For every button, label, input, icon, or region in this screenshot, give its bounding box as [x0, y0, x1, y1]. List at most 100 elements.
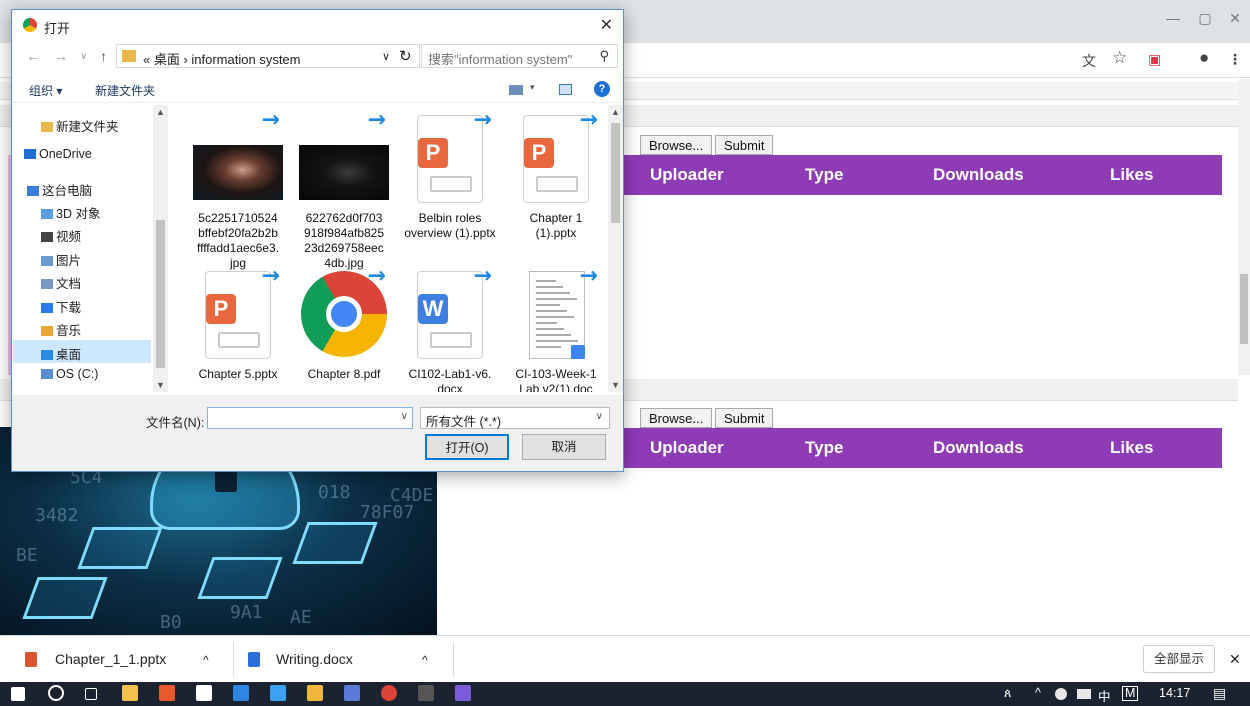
app-blue-icon[interactable] [233, 685, 249, 701]
sidebar-item[interactable]: OneDrive [13, 143, 151, 166]
file-item[interactable]: ↗ 622762d0f703 918f984afb825 23d269758eec… [296, 105, 392, 271]
scrollbar[interactable] [1238, 379, 1250, 635]
sidebar-item[interactable]: 文档 [13, 269, 151, 292]
profile-icon[interactable]: ● [1199, 48, 1209, 68]
chrome-icon[interactable] [381, 685, 397, 701]
download-item-name[interactable]: Chapter_1_1.pptx [55, 651, 166, 667]
powerpoint-badge-icon: P [418, 138, 448, 168]
close-icon[interactable]: ✕ [1229, 651, 1241, 668]
open-button[interactable]: 打开(O) [425, 434, 509, 460]
notification-icon[interactable]: ▤ [1213, 685, 1226, 702]
sidebar-item[interactable]: 视频 [13, 222, 151, 245]
sidebar-item[interactable]: 图片 [13, 246, 151, 269]
pocket-icon[interactable]: ▣ [1148, 51, 1161, 68]
start-icon[interactable] [11, 687, 25, 701]
sidebar-item[interactable]: 新建文件夹 [13, 112, 151, 135]
file-item[interactable]: ↗ Chapter 8.pdf [296, 260, 392, 382]
chevron-down-icon[interactable]: ∨ [596, 411, 603, 422]
scrollbar[interactable]: ▲ ▼ [608, 105, 623, 392]
new-folder-button[interactable]: 新建文件夹 [95, 82, 155, 99]
submit-button[interactable]: Submit [715, 135, 774, 155]
chevron-up-icon[interactable]: ^ [422, 653, 428, 667]
terminal-icon[interactable] [418, 685, 434, 701]
hex-digits: 018 [318, 482, 351, 503]
scrollbar[interactable] [1238, 79, 1250, 375]
sidebar-item[interactable]: OS (C:) [13, 363, 151, 386]
hex-digits: B0 [160, 612, 182, 633]
scrollbar-thumb[interactable] [156, 220, 165, 368]
star-icon[interactable]: ☆ [1112, 48, 1127, 68]
scrollbar-thumb[interactable] [1240, 274, 1248, 344]
app-orange-icon[interactable] [159, 685, 175, 701]
browse-button[interactable]: Browse... [640, 408, 713, 428]
mail-icon[interactable] [196, 685, 212, 701]
cortana-icon[interactable] [48, 685, 64, 701]
sidebar-item[interactable]: 3D 对象 [13, 199, 151, 222]
clock[interactable]: 14:17 [1159, 686, 1190, 700]
file-item[interactable]: P ↗ Chapter 5.pptx [190, 260, 286, 382]
chevron-up-icon[interactable]: ^ [1035, 686, 1041, 700]
download-item-name[interactable]: Writing.docx [276, 651, 353, 667]
minimize-button[interactable]: — [1158, 10, 1188, 26]
scrollbar[interactable]: ▲ ▼ [153, 105, 168, 392]
desktop-icon [41, 350, 53, 360]
ie-icon[interactable] [270, 685, 286, 701]
ime-icon[interactable]: 中 [1098, 686, 1111, 705]
file-item[interactable]: ↗ 5c2251710524 bffebf20fa2b2b ffffadd1aec… [190, 105, 286, 271]
pptx-file-icon [25, 652, 37, 667]
pptx-icon: P ↗ [519, 105, 604, 207]
drive-icon [41, 369, 53, 379]
close-window-button[interactable]: ✕ [1220, 10, 1250, 27]
organize-button[interactable]: 组织 ▾ [29, 82, 62, 99]
chevron-up-icon[interactable]: ^ [203, 653, 209, 667]
sidebar-item[interactable]: 下载 [13, 293, 151, 316]
view-icon[interactable] [509, 85, 523, 95]
recent-dropdown[interactable]: ∨ [80, 51, 87, 62]
chevron-down-icon[interactable]: ∨ [382, 50, 390, 63]
people-icon[interactable]: ጰ [1004, 686, 1011, 701]
sidebar-item[interactable]: 桌面 [13, 340, 151, 363]
up-button[interactable]: ↑ [100, 48, 107, 64]
sidebar-item[interactable]: 音乐 [13, 316, 151, 339]
forward-button[interactable]: → [54, 48, 68, 64]
file-item[interactable]: W ↗ CI102-Lab1-v6. docx [402, 260, 498, 392]
breadcrumb[interactable]: « 桌面 › information system [143, 49, 301, 68]
filetype-select[interactable]: 所有文件 (*.*) ∨ [420, 407, 610, 429]
browse-button[interactable]: Browse... [640, 135, 713, 155]
help-icon[interactable]: ? [594, 81, 610, 97]
close-icon[interactable]: ✕ [600, 15, 613, 35]
submit-button[interactable]: Submit [715, 408, 774, 428]
sidebar-item[interactable]: 这台电脑 [13, 176, 151, 199]
search-input[interactable]: 搜索"information system" ⚲ [421, 44, 618, 68]
chevron-down-icon[interactable]: ▾ [530, 82, 535, 93]
pane-icon[interactable] [559, 84, 572, 95]
translate-icon[interactable]: 文 [1082, 51, 1096, 71]
menu-icon[interactable]: ⋮ [1228, 51, 1242, 68]
address-bar[interactable]: « 桌面 › information system ∨ ↻ [116, 44, 420, 68]
doc-preview-icon: ↗ [519, 260, 604, 363]
app-mixed-icon[interactable] [344, 685, 360, 701]
scroll-up-icon[interactable]: ▲ [156, 107, 165, 117]
file-item[interactable]: P ↗ Belbin roles overview (1).pptx [402, 105, 498, 241]
filename-input[interactable]: ∨ [207, 407, 413, 429]
maximize-button[interactable]: ▢ [1190, 10, 1220, 27]
scroll-down-icon[interactable]: ▼ [611, 380, 620, 390]
scroll-down-icon[interactable]: ▼ [156, 380, 165, 390]
network-icon[interactable] [1055, 688, 1067, 700]
file-item[interactable]: P ↗ Chapter 1 (1).pptx [508, 105, 604, 241]
scroll-up-icon[interactable]: ▲ [611, 107, 620, 117]
cancel-button[interactable]: 取消 [522, 434, 606, 460]
explorer-icon[interactable] [307, 685, 323, 701]
show-all-button[interactable]: 全部显示 [1143, 645, 1215, 673]
store-icon[interactable] [122, 685, 138, 701]
keyboard-icon[interactable] [1077, 689, 1091, 699]
taskview-icon[interactable] [85, 688, 97, 700]
ime-mode-icon[interactable]: M [1122, 686, 1139, 701]
chevron-down-icon[interactable]: ∨ [401, 411, 408, 422]
scrollbar-thumb[interactable] [611, 123, 620, 223]
app-purple-icon[interactable] [455, 685, 471, 701]
image-preview [193, 145, 283, 200]
refresh-icon[interactable]: ↻ [399, 47, 412, 65]
file-item[interactable]: ↗ CI-103-Week-1 Lab v2(1).doc [508, 260, 604, 392]
back-button[interactable]: ← [26, 48, 40, 64]
